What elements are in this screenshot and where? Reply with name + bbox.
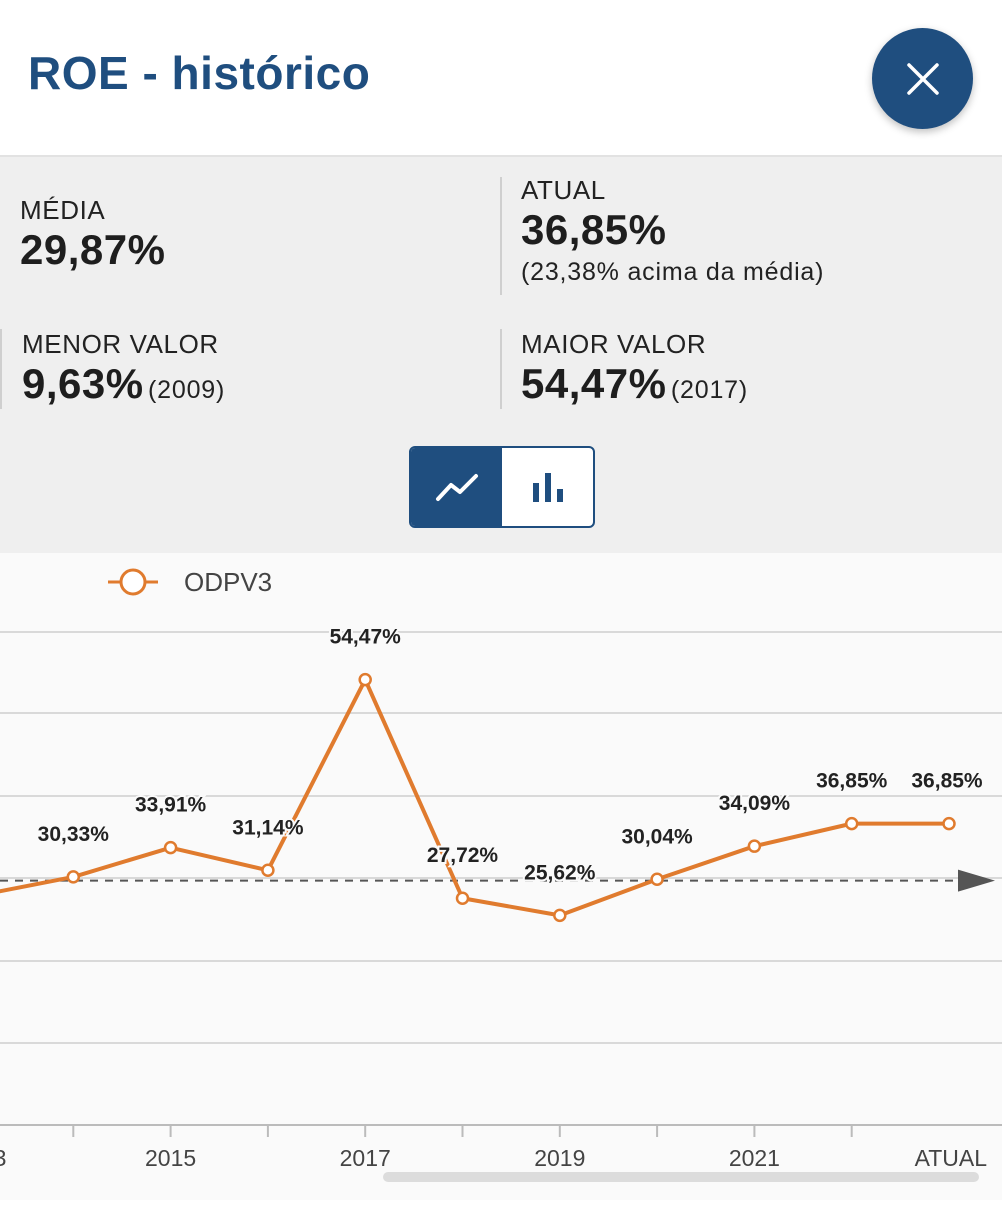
data-label: 25,62% <box>524 861 596 884</box>
data-point <box>942 816 956 831</box>
data-point <box>163 840 178 855</box>
reference-arrow-icon <box>958 869 995 892</box>
stat-menor: MENOR VALOR 9,63% (2009) <box>22 329 225 408</box>
stat-menor-value: 9,63% <box>22 360 144 407</box>
stat-maior: MAIOR VALOR 54,47% (2017) <box>521 329 748 408</box>
x-tick-label: 2021 <box>729 1145 780 1171</box>
stat-menor-label: MENOR VALOR <box>22 329 219 359</box>
divider <box>0 329 2 409</box>
data-label: 33,91% <box>135 794 207 817</box>
stat-media-value: 29,87% <box>20 226 166 273</box>
x-tick-label: ATUAL <box>915 1145 988 1171</box>
x-tick-label: 3 <box>0 1145 6 1171</box>
data-label: 36,85% <box>816 770 888 793</box>
divider <box>500 329 502 409</box>
data-point <box>358 672 372 687</box>
close-button[interactable] <box>872 28 973 129</box>
legend-label: ODPV3 <box>184 567 272 597</box>
divider <box>500 177 502 295</box>
stat-media-label: MÉDIA <box>20 195 106 225</box>
stat-menor-year: (2009) <box>148 376 226 404</box>
data-point <box>553 908 567 923</box>
data-label: 30,33% <box>38 823 110 846</box>
data-label: 27,72% <box>427 844 499 867</box>
page-title: ROE - histórico <box>28 47 371 99</box>
x-tick-label: 2017 <box>340 1145 391 1171</box>
chart-type-toggle <box>409 446 595 528</box>
data-label: 31,14% <box>232 816 304 839</box>
data-label: 54,47% <box>330 626 402 649</box>
legend-marker <box>119 568 147 596</box>
stat-atual-note: (23,38% acima da média) <box>521 258 825 286</box>
data-label: 30,04% <box>621 825 693 848</box>
data-point <box>261 863 275 878</box>
header: ROE - histórico <box>0 0 1002 155</box>
data-point <box>455 891 470 905</box>
bar-chart-icon <box>532 473 563 502</box>
stat-atual-label: ATUAL <box>521 175 606 205</box>
data-label: 34,09% <box>719 792 791 815</box>
roe-line-chart: 32015201720192021ATUALODPV3%30,33%33,91%… <box>0 567 1002 1171</box>
stat-atual: ATUAL 36,85% (23,38% acima da média) <box>521 175 824 287</box>
line-chart-button[interactable] <box>411 448 502 526</box>
bar-chart-button[interactable] <box>502 448 593 526</box>
line-chart-icon <box>435 474 478 501</box>
stat-maior-value: 54,47% <box>521 360 667 407</box>
stat-atual-value: 36,85% <box>521 206 667 253</box>
data-point <box>650 872 664 887</box>
stat-maior-label: MAIOR VALOR <box>521 329 707 359</box>
data-point <box>844 816 859 831</box>
chart-area: 32015201720192021ATUALODPV3%30,33%33,91%… <box>0 553 1002 1200</box>
stat-maior-year: (2017) <box>670 376 748 404</box>
x-tick-label: 2019 <box>534 1145 585 1171</box>
data-point <box>747 839 762 853</box>
horizontal-scrollbar[interactable] <box>383 1172 979 1182</box>
x-tick-label: 2015 <box>145 1145 196 1171</box>
data-point <box>66 870 81 884</box>
stat-media: MÉDIA 29,87% <box>20 195 165 274</box>
data-label: 36,85% <box>911 770 983 793</box>
close-icon <box>906 62 939 95</box>
